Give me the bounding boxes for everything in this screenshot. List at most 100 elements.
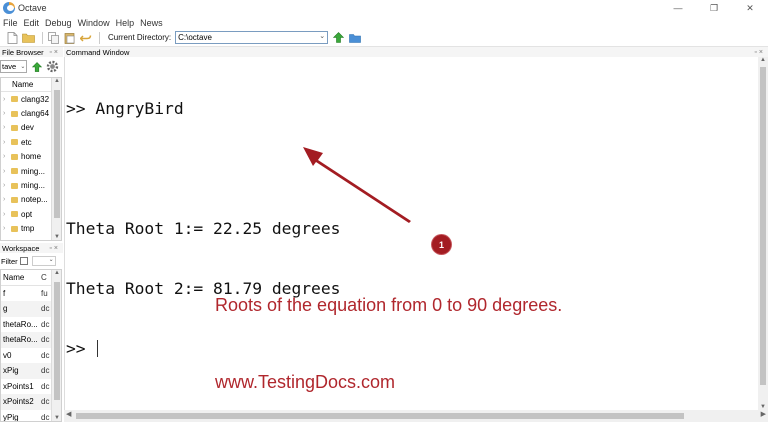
- dock-controls-icon[interactable]: ▫×: [49, 245, 60, 252]
- current-directory-value: C:\octave: [178, 33, 212, 42]
- browse-folder-icon[interactable]: [348, 31, 361, 44]
- chevron-right-icon[interactable]: ›: [3, 153, 10, 160]
- scroll-right-icon[interactable]: ▶: [761, 410, 766, 418]
- scrollbar-thumb[interactable]: [54, 282, 60, 400]
- list-item-label: dev: [21, 123, 34, 133]
- folder-icon: [11, 225, 18, 232]
- parent-directory-icon[interactable]: [332, 31, 345, 44]
- folder-icon: [11, 211, 18, 218]
- scrollbar-thumb[interactable]: [54, 90, 60, 218]
- file-browser-scrollbar[interactable]: ▲ ▼: [51, 78, 61, 240]
- table-cell: yPig: [3, 412, 19, 422]
- chevron-right-icon[interactable]: ›: [3, 211, 10, 218]
- paste-icon[interactable]: [63, 31, 76, 44]
- list-item-label: usr: [21, 239, 32, 240]
- command-window-title-bar: Command Window ▫×: [64, 47, 768, 57]
- file-browser-path: tave: [2, 62, 17, 71]
- folder-icon: [11, 182, 18, 189]
- file-browser-path-select[interactable]: tave ⌄: [0, 60, 28, 73]
- menu-edit[interactable]: Edit: [24, 18, 40, 28]
- chevron-right-icon[interactable]: ›: [3, 96, 10, 103]
- new-file-icon[interactable]: [6, 31, 19, 44]
- chevron-right-icon[interactable]: ›: [3, 110, 10, 117]
- chevron-right-icon[interactable]: ›: [3, 168, 10, 175]
- command-window-hscrollbar[interactable]: ◀ ▶: [64, 410, 768, 422]
- command-window[interactable]: >> AngryBird Theta Root 1:= 22.25 degree…: [64, 57, 768, 410]
- dock-controls-icon[interactable]: ▫×: [754, 49, 765, 56]
- folder-icon: [11, 240, 18, 241]
- chevron-right-icon[interactable]: ›: [3, 182, 10, 189]
- list-item-label: opt: [21, 209, 33, 219]
- menu-help[interactable]: Help: [116, 18, 135, 28]
- chevron-down-icon: ⌄: [48, 257, 54, 263]
- workspace-filter: Filter ⌄: [0, 255, 62, 267]
- workspace-scrollbar[interactable]: ▲ ▼: [51, 270, 61, 421]
- chevron-right-icon[interactable]: ›: [3, 196, 10, 203]
- workspace-table[interactable]: Name C f fu g dc thetaRo... dc thetaRo... dc…: [0, 269, 62, 422]
- list-item-label: clang32: [21, 94, 50, 104]
- maximize-button[interactable]: ❐: [696, 0, 732, 16]
- copy-icon[interactable]: [47, 31, 60, 44]
- octave-logo-icon: [3, 2, 15, 14]
- command-output[interactable]: >> AngryBird Theta Root 1:= 22.25 degree…: [66, 59, 340, 399]
- scroll-up-icon[interactable]: ▲: [52, 78, 61, 84]
- open-folder-icon[interactable]: [22, 31, 35, 44]
- current-directory-select[interactable]: C:\octave ⌄: [175, 31, 329, 44]
- folder-icon: [11, 96, 18, 103]
- scroll-down-icon[interactable]: ▼: [52, 415, 61, 421]
- menu-window[interactable]: Window: [78, 18, 110, 28]
- file-browser-toolbar: tave ⌄: [0, 58, 62, 75]
- minimize-button[interactable]: —: [660, 0, 696, 16]
- command-line: >> AngryBird: [66, 99, 184, 118]
- scroll-down-icon[interactable]: ▼: [52, 234, 61, 240]
- scrollbar-thumb[interactable]: [76, 413, 684, 419]
- annotation-caption: Roots of the equation from 0 to 90 degre…: [215, 295, 563, 315]
- current-directory-label: Current Directory:: [108, 33, 172, 42]
- chevron-right-icon[interactable]: ›: [3, 124, 10, 131]
- annotation-badge: 1: [432, 235, 451, 254]
- scroll-up-icon[interactable]: ▲: [52, 270, 61, 276]
- toolbar-separator: [42, 31, 43, 44]
- table-cell: thetaRo...: [3, 335, 38, 345]
- scrollbar-thumb[interactable]: [760, 67, 766, 385]
- scroll-left-icon[interactable]: ◀: [66, 410, 71, 418]
- chevron-right-icon[interactable]: ›: [3, 240, 10, 241]
- filter-select[interactable]: ⌄: [31, 256, 56, 266]
- gear-icon[interactable]: [46, 60, 59, 73]
- chevron-right-icon[interactable]: ›: [3, 139, 10, 146]
- command-window-scrollbar[interactable]: ▲ ▼: [758, 57, 768, 410]
- undo-icon[interactable]: [79, 31, 92, 44]
- dock-controls-icon[interactable]: ▫×: [49, 49, 60, 56]
- window-title: Octave: [18, 3, 47, 13]
- command-window-title: Command Window: [66, 47, 130, 57]
- table-cell: thetaRo...: [3, 319, 38, 329]
- close-button[interactable]: ✕: [732, 0, 768, 16]
- toolbar-separator: [99, 31, 100, 44]
- folder-icon: [11, 168, 18, 175]
- folder-icon: [11, 196, 18, 203]
- parent-directory-icon[interactable]: [30, 60, 43, 73]
- folder-icon: [11, 110, 18, 117]
- command-prompt-line[interactable]: >>: [66, 339, 340, 359]
- window-controls: — ❐ ✕: [660, 0, 768, 16]
- scroll-up-icon[interactable]: ▲: [758, 57, 768, 63]
- menu-file[interactable]: File: [3, 18, 18, 28]
- column-header-name[interactable]: Name: [1, 273, 41, 282]
- command-line: [66, 159, 340, 179]
- menu-bar: File Edit Debug Window Help News: [0, 16, 169, 29]
- list-item-label: ming...: [21, 166, 46, 176]
- list-item-label: ming...: [21, 181, 46, 191]
- website-watermark: www.TestingDocs.com: [215, 372, 396, 392]
- folder-icon: [11, 139, 18, 146]
- list-item-label: clang64: [21, 109, 50, 119]
- file-browser-list[interactable]: Name › clang32 › clang64 › dev › etc › home ›…: [0, 77, 62, 241]
- table-cell: v0: [3, 350, 12, 360]
- file-browser-title-bar: File Browser ▫×: [0, 47, 63, 57]
- table-cell: xPoints2: [3, 397, 34, 407]
- chevron-right-icon[interactable]: ›: [3, 225, 10, 232]
- menu-debug[interactable]: Debug: [45, 18, 72, 28]
- filter-checkbox[interactable]: [19, 257, 28, 265]
- text-cursor: [97, 340, 99, 357]
- menu-news[interactable]: News: [140, 18, 163, 28]
- title-bar: Octave — ❐ ✕: [0, 0, 768, 16]
